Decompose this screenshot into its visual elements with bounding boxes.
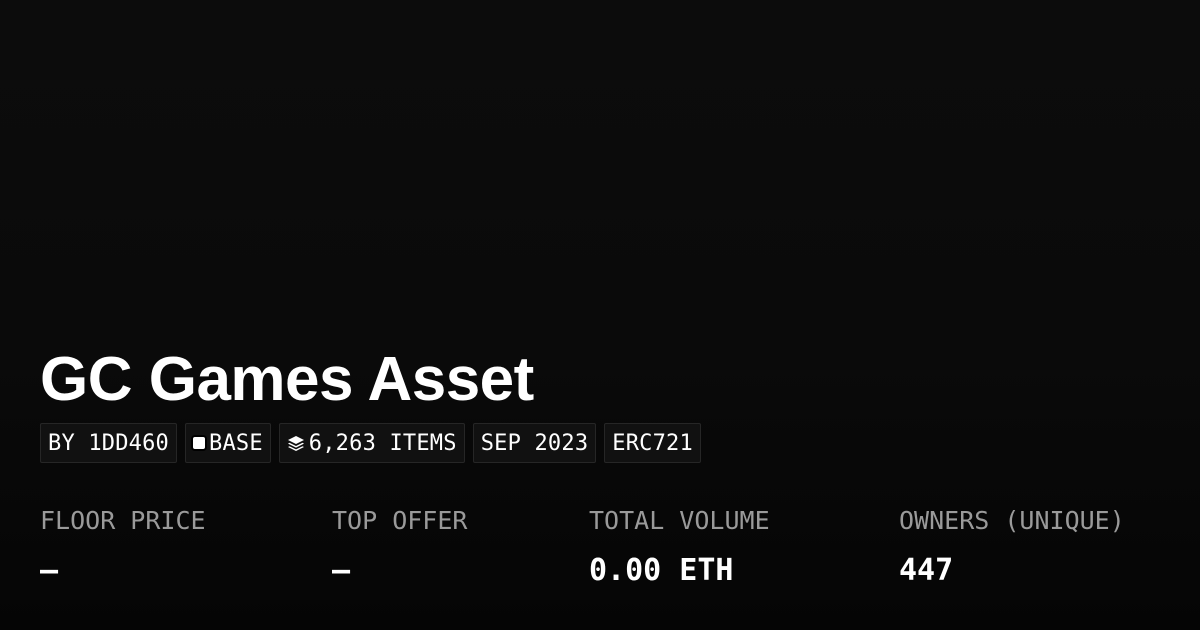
total-volume-stat: TOTAL VOLUME 0.00 ETH	[589, 503, 770, 591]
date-label: SEP 2023	[480, 430, 589, 456]
items-tag: 6,263 ITEMS	[278, 423, 465, 463]
owners-value: 447	[899, 553, 954, 588]
standard-tag: ERC721	[604, 423, 701, 463]
date-tag: SEP 2023	[472, 423, 597, 463]
floor-price-value: –	[40, 553, 59, 588]
standard-label: ERC721	[612, 430, 693, 456]
chain-square-icon	[193, 437, 206, 449]
tag-row: BY 1DD460 BASE 6,263 ITEMS SEP 2023 ERC7…	[40, 423, 701, 463]
total-volume-label: TOTAL VOLUME	[589, 506, 770, 535]
collection-card: GC Games Asset BY 1DD460 BASE 6,263 ITEM…	[0, 0, 1200, 630]
top-offer-stat: TOP OFFER –	[332, 503, 467, 591]
owners-stat: OWNERS (UNIQUE) 447	[899, 503, 1125, 591]
top-offer-label: TOP OFFER	[332, 506, 468, 535]
items-label: 6,263 ITEMS	[308, 430, 457, 456]
creator-tag[interactable]: BY 1DD460	[40, 423, 178, 463]
chain-tag[interactable]: BASE	[185, 423, 271, 463]
collection-title: GC Games Asset	[40, 345, 534, 414]
floor-price-label: FLOOR PRICE	[40, 506, 206, 535]
top-offer-value: –	[332, 553, 351, 588]
owners-label: OWNERS (UNIQUE)	[899, 506, 1125, 535]
total-volume-value: 0.00 ETH	[589, 553, 734, 588]
chain-label: BASE	[209, 430, 263, 456]
layers-icon	[287, 434, 305, 452]
floor-price-stat: FLOOR PRICE –	[40, 503, 206, 591]
creator-label: BY 1DD460	[48, 430, 170, 456]
